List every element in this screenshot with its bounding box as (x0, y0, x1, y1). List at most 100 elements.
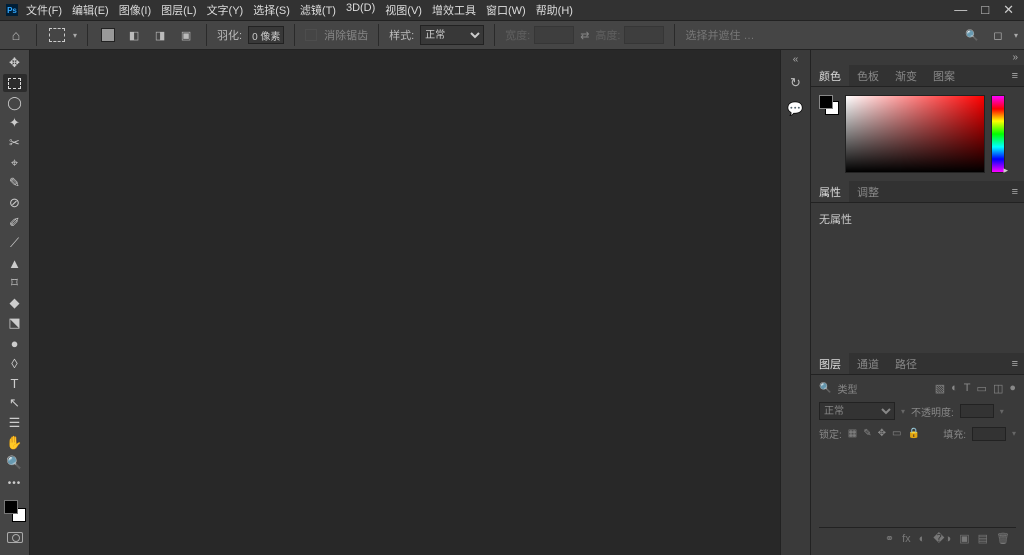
tab-gradients[interactable]: 渐变 (887, 65, 925, 86)
feather-input[interactable] (248, 26, 284, 44)
tab-channels[interactable]: 通道 (849, 353, 887, 374)
workspace-switcher[interactable]: ◻ (988, 25, 1008, 45)
options-bar: ⌂ ▾ ◧ ◨ ▣ 羽化: 消除锯齿 样式: 正常 宽度: ⇄ 高度: 选择并遮… (0, 20, 1024, 50)
tool-preset[interactable] (47, 25, 67, 45)
color-panel-menu[interactable]: ≡ (1006, 65, 1024, 86)
tab-layers[interactable]: 图层 (811, 353, 849, 374)
color-panel-body (811, 87, 1024, 181)
gradient-tool[interactable]: ◆ (3, 294, 27, 312)
hue-slider[interactable] (991, 95, 1005, 173)
chevron-down-icon: ▾ (73, 31, 77, 40)
collapse-panels-icon[interactable]: » (811, 50, 1024, 65)
color-swatches[interactable] (4, 500, 26, 522)
properties-panel-body: 无属性 (811, 203, 1024, 353)
menu-image[interactable]: 图像(I) (119, 2, 151, 18)
eyedropper-tool[interactable]: ✎ (3, 174, 27, 192)
crop-tool[interactable]: ✂ (3, 134, 27, 152)
selection-subtract-icon[interactable]: ◨ (150, 25, 170, 45)
tab-properties[interactable]: 属性 (811, 181, 849, 202)
tab-adjustments[interactable]: 调整 (849, 181, 887, 202)
type-tool[interactable]: T (3, 374, 27, 392)
layers-panel-tabs: 图层 通道 路径 ≡ (811, 353, 1024, 375)
close-button[interactable]: ✕ (1003, 2, 1014, 18)
delete-layer-icon: 🗑 (996, 532, 1010, 545)
blend-mode-select: 正常 (819, 402, 895, 420)
app-logo: Ps (6, 4, 18, 16)
eraser-tool[interactable]: ⌑ (3, 274, 27, 292)
lock-label: 锁定: (819, 426, 842, 441)
selection-add-icon[interactable]: ◧ (124, 25, 144, 45)
marquee-tool[interactable] (3, 74, 27, 92)
home-button[interactable]: ⌂ (6, 25, 26, 45)
search-icon: 🔍 (819, 383, 831, 394)
lasso-tool[interactable]: ◯ (3, 94, 27, 112)
menu-edit[interactable]: 编辑(E) (72, 2, 109, 18)
filter-pixel-icon[interactable]: ▧ (935, 382, 945, 395)
canvas-area[interactable] (30, 50, 780, 555)
foreground-color-swatch[interactable] (4, 500, 18, 514)
style-select[interactable]: 正常 (420, 25, 484, 45)
menu-filter[interactable]: 滤镜(T) (300, 2, 336, 18)
menu-window[interactable]: 窗口(W) (486, 2, 526, 18)
healing-brush-tool[interactable]: ⊘ (3, 194, 27, 212)
minimize-button[interactable]: — (954, 2, 967, 18)
history-brush-tool[interactable]: ▲ (3, 254, 27, 272)
quickmask-toggle[interactable] (7, 532, 23, 543)
frame-tool[interactable]: ⌖ (3, 154, 27, 172)
menu-layer[interactable]: 图层(L) (161, 2, 196, 18)
feather-label: 羽化: (217, 27, 242, 43)
menu-plugins[interactable]: 增效工具 (432, 2, 476, 18)
comments-panel-icon[interactable]: 💬 (787, 101, 803, 117)
tab-color[interactable]: 颜色 (811, 65, 849, 86)
edit-toolbar[interactable]: ••• (3, 474, 27, 492)
menu-help[interactable]: 帮助(H) (536, 2, 573, 18)
brush-tool[interactable]: ✐ (3, 214, 27, 232)
fill-input (972, 427, 1006, 441)
menu-view[interactable]: 视图(V) (385, 2, 422, 18)
move-tool[interactable]: ✥ (3, 54, 27, 72)
history-panel-icon[interactable]: ↻ (790, 75, 801, 91)
search-icon[interactable]: 🔍 (962, 25, 982, 45)
fill-label: 填充: (943, 426, 966, 441)
menu-file[interactable]: 文件(F) (26, 2, 62, 18)
clone-stamp-tool[interactable]: ⟋ (3, 234, 27, 252)
tab-patterns[interactable]: 图案 (925, 65, 963, 86)
tab-paths[interactable]: 路径 (887, 353, 925, 374)
right-panels: » 颜色 色板 渐变 图案 ≡ 属性 调整 ≡ 无属性 图层 通道 (810, 50, 1024, 555)
zoom-tool[interactable]: 🔍 (3, 454, 27, 472)
expand-dock-icon[interactable]: « (793, 54, 799, 65)
path-select-tool[interactable]: ↖ (3, 394, 27, 412)
hand-tool[interactable]: ✋ (3, 434, 27, 452)
menu-select[interactable]: 选择(S) (253, 2, 290, 18)
height-label: 高度: (595, 27, 620, 43)
blur-tool[interactable]: ⬔ (3, 314, 27, 332)
magic-wand-tool[interactable]: ✦ (3, 114, 27, 132)
dodge-tool[interactable]: ● (3, 334, 27, 352)
tools-panel: ✥ ◯ ✦ ✂ ⌖ ✎ ⊘ ✐ ⟋ ▲ ⌑ ◆ ⬔ ● ◊ T ↖ ☰ ✋ 🔍 … (0, 50, 30, 555)
tab-swatches[interactable]: 色板 (849, 65, 887, 86)
style-label: 样式: (389, 27, 414, 43)
properties-panel-tabs: 属性 调整 ≡ (811, 181, 1024, 203)
filter-smart-icon[interactable]: ◫ (993, 382, 1003, 395)
filter-adjust-icon[interactable]: ◐ (951, 382, 958, 395)
shape-tool[interactable]: ☰ (3, 414, 27, 432)
maximize-button[interactable]: □ (981, 2, 989, 18)
properties-panel-menu[interactable]: ≡ (1006, 181, 1024, 202)
pen-tool[interactable]: ◊ (3, 354, 27, 372)
filter-type-icon[interactable]: T (964, 382, 971, 395)
selection-intersect-icon[interactable]: ▣ (176, 25, 196, 45)
layers-list (819, 447, 1016, 521)
color-field[interactable] (845, 95, 985, 173)
selection-new-icon[interactable] (98, 25, 118, 45)
height-input (624, 26, 664, 44)
new-group-icon: ▣ (959, 532, 969, 545)
select-and-mask-button: 选择并遮住 … (685, 27, 754, 43)
layer-filter-kind[interactable]: 类型 (837, 381, 857, 396)
menu-3d[interactable]: 3D(D) (346, 2, 375, 18)
color-swatch-pair[interactable] (819, 95, 839, 115)
layers-panel-menu[interactable]: ≡ (1006, 353, 1024, 374)
filter-shape-icon[interactable]: ▭ (977, 382, 987, 395)
lock-pixels-icon: ▦ (848, 428, 857, 439)
menu-type[interactable]: 文字(Y) (207, 2, 244, 18)
filter-toggle[interactable]: ● (1009, 382, 1016, 395)
